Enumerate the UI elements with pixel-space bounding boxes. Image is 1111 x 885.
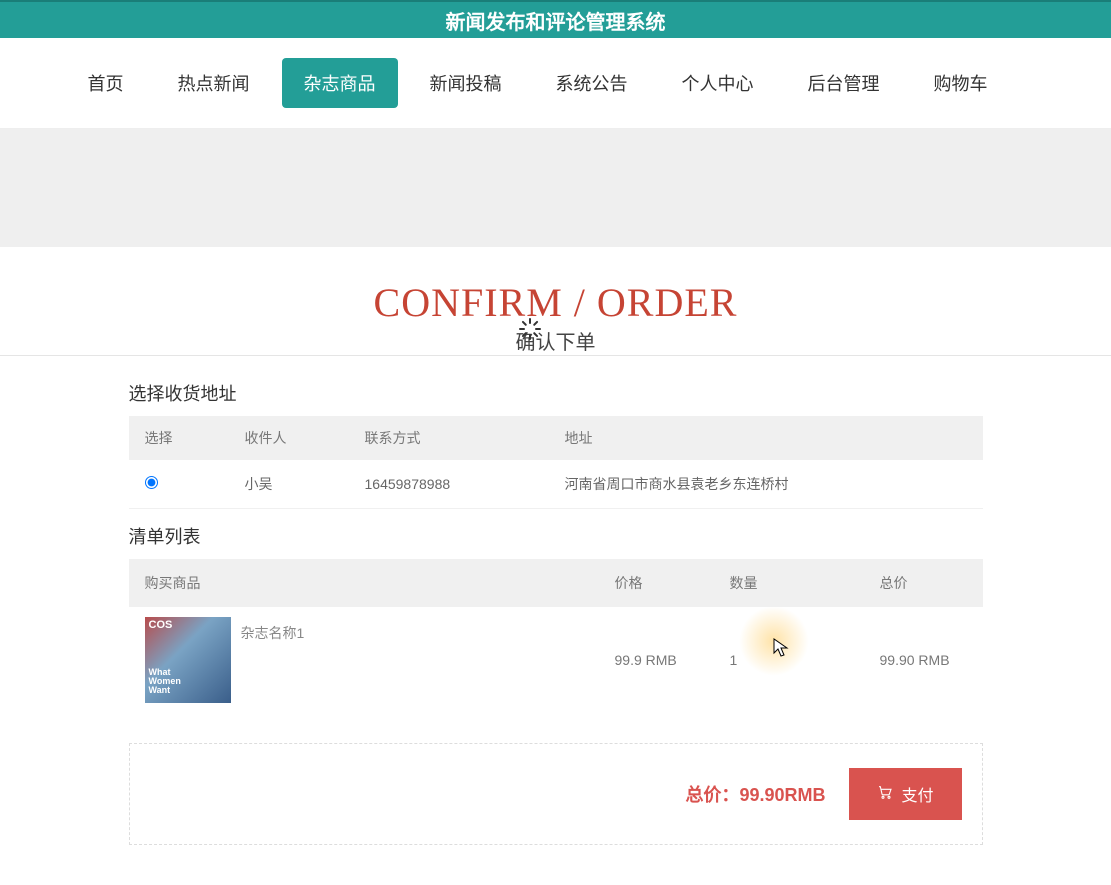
product-image <box>145 617 231 703</box>
address-block-title: 选择收货地址 <box>129 380 983 406</box>
order-header-subtotal: 总价 <box>864 559 983 607</box>
address-recipient: 小吴 <box>229 460 349 509</box>
top-bar: 新闻发布和评论管理系统 <box>0 0 1111 38</box>
cart-icon <box>877 784 893 805</box>
product-price: 99.9 RMB <box>599 607 714 713</box>
addr-header-phone: 联系方式 <box>349 416 549 460</box>
nav-home[interactable]: 首页 <box>66 58 146 108</box>
order-header-qty: 数量 <box>714 559 864 607</box>
address-radio[interactable] <box>145 476 158 489</box>
app-title: 新闻发布和评论管理系统 <box>446 6 666 35</box>
order-table: 购买商品 价格 数量 总价 杂志名称1 99.9 RMB 1 99.90 RMB <box>129 559 983 713</box>
hero-banner <box>0 129 1111 247</box>
nav-system-notice[interactable]: 系统公告 <box>534 58 650 108</box>
product-subtotal: 99.90 RMB <box>864 607 983 713</box>
order-row: 杂志名称1 99.9 RMB 1 99.90 RMB <box>129 607 983 713</box>
address-phone: 16459878988 <box>349 460 549 509</box>
nav-magazine-products[interactable]: 杂志商品 <box>282 58 398 108</box>
product-name: 杂志名称1 <box>241 623 305 643</box>
order-header-product: 购买商品 <box>129 559 599 607</box>
product-qty: 1 <box>714 607 864 713</box>
section-title: CONFIRM / ORDER 确认下单 <box>0 279 1111 355</box>
address-table: 选择 收件人 联系方式 地址 小吴 16459878988 河南省周口市商水县袁… <box>129 416 983 509</box>
addr-header-recipient: 收件人 <box>229 416 349 460</box>
nav-news-submit[interactable]: 新闻投稿 <box>408 58 524 108</box>
nav-bar: 首页 热点新闻 杂志商品 新闻投稿 系统公告 个人中心 后台管理 购物车 <box>0 38 1111 129</box>
total-label: 总价： <box>685 785 739 805</box>
pay-button-label: 支付 <box>901 782 933 806</box>
address-row[interactable]: 小吴 16459878988 河南省周口市商水县袁老乡东连桥村 <box>129 460 983 509</box>
nav-hot-news[interactable]: 热点新闻 <box>156 58 272 108</box>
nav-cart[interactable]: 购物车 <box>912 58 1010 108</box>
addr-header-select: 选择 <box>129 416 229 460</box>
nav-admin[interactable]: 后台管理 <box>786 58 902 108</box>
section-title-cn: 确认下单 <box>0 326 1111 355</box>
address-detail: 河南省周口市商水县袁老乡东连桥村 <box>549 460 983 509</box>
addr-header-address: 地址 <box>549 416 983 460</box>
nav-user-center[interactable]: 个人中心 <box>660 58 776 108</box>
order-header-price: 价格 <box>599 559 714 607</box>
order-footer: 总价：99.90RMB 支付 <box>129 743 983 845</box>
pay-button[interactable]: 支付 <box>849 768 961 820</box>
section-title-en: CONFIRM / ORDER <box>0 279 1111 326</box>
total-value: 99.90RMB <box>739 785 825 805</box>
order-block-title: 清单列表 <box>129 523 983 549</box>
